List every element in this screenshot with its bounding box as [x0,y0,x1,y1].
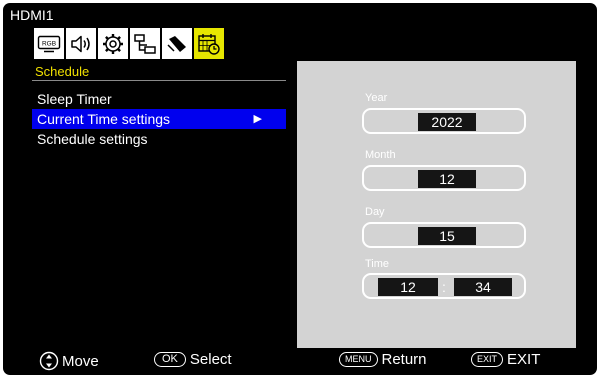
tab-protect[interactable] [162,28,192,59]
rgb-picture-icon: RGB [37,35,61,52]
schedule-icon [198,33,220,55]
menu-key-icon: MENU [339,352,378,367]
move-label: Move [62,352,99,370]
time-settings-panel: Year 2022 Month 12 Day 15 Time 12 : 34 [297,61,576,348]
protect-icon [167,35,186,52]
year-field[interactable]: 2022 [362,108,526,134]
submenu-arrow-icon: ▶ [253,113,262,125]
schedule-menu-list: Sleep Timer Current Time settings ▶ Sche… [32,89,286,149]
day-value[interactable]: 15 [418,227,476,245]
time-field[interactable]: 12 : 34 [362,273,526,299]
return-label: Return [381,351,427,368]
input-source-title: HDMI1 [10,7,54,23]
menu-item-label: Current Time settings [37,111,171,127]
year-value[interactable]: 2022 [418,113,476,131]
tab-picture[interactable]: RGB [34,28,64,59]
hour-value[interactable]: 12 [378,278,438,296]
year-label: Year [365,92,388,104]
menu-item-label: Sleep Timer [37,91,112,107]
ok-key-icon: OK [154,352,186,367]
menu-title: Schedule [35,64,90,79]
minute-value[interactable]: 34 [454,278,512,296]
menu-item-current-time-settings[interactable]: Current Time settings ▶ [32,109,286,129]
tab-audio[interactable] [66,28,96,59]
tab-network[interactable] [130,28,160,59]
menu-item-label: Schedule settings [37,131,148,147]
exit-label: EXIT [507,351,541,368]
navigation-pad-icon [39,351,59,371]
select-label: Select [189,351,232,368]
hint-return: MENU Return [339,351,427,368]
day-field[interactable]: 15 [362,222,526,248]
key-hint-bar: Move OK Select MENU Return EXIT EXIT [3,348,597,375]
time-label: Time [365,258,390,270]
tab-schedule[interactable] [194,28,224,59]
hint-move: Move [39,351,99,371]
gear-icon [103,33,123,54]
svg-text:RGB: RGB [42,40,56,47]
osd-menu: HDMI1 RGB Schedule Sleep Timer Current T… [3,3,597,375]
menu-item-sleep-timer[interactable]: Sleep Timer [32,89,286,109]
time-separator: : [442,279,446,295]
month-field[interactable]: 12 [362,165,526,191]
hint-select: OK Select [154,351,232,368]
month-value[interactable]: 12 [418,170,476,188]
hint-exit: EXIT EXIT [471,351,540,368]
tab-setup[interactable] [98,28,128,59]
menu-icon-bar: RGB [34,28,224,59]
menu-item-schedule-settings[interactable]: Schedule settings [32,129,286,149]
month-label: Month [365,149,396,161]
day-label: Day [365,206,385,218]
title-divider [32,80,286,81]
network-icon [134,33,156,54]
speaker-icon [71,35,90,52]
exit-key-icon: EXIT [471,352,504,367]
